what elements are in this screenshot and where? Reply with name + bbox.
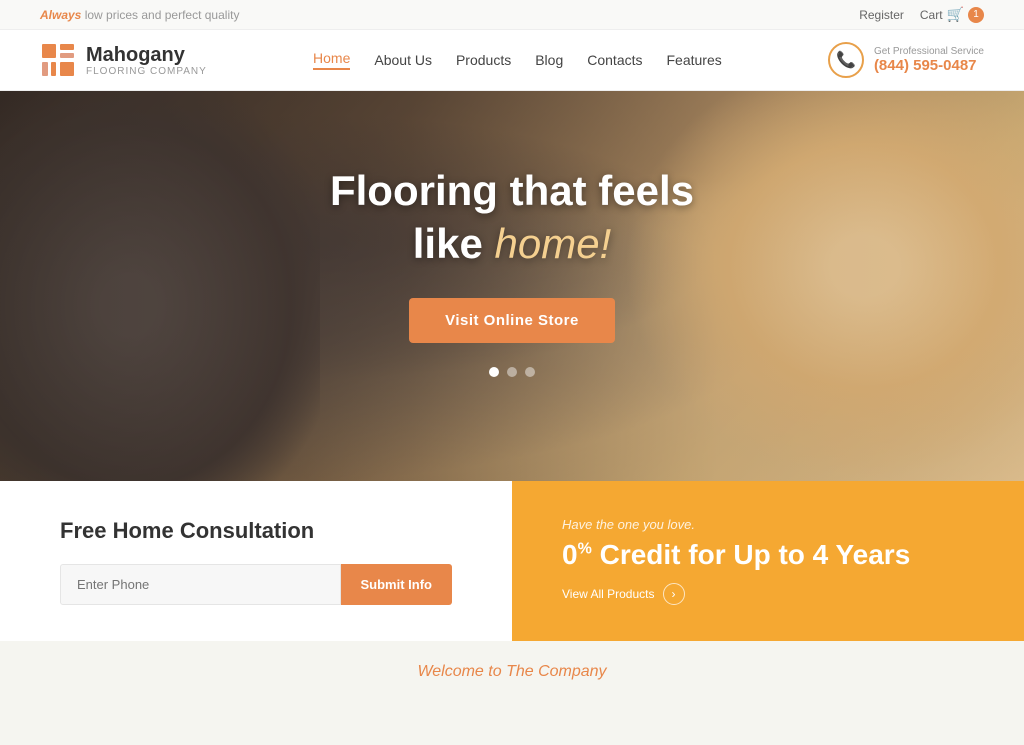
cart-wrap[interactable]: Cart 🛒 1 [920, 6, 984, 23]
header: Mahogany Flooring company Home About Us … [0, 30, 1024, 91]
hero-dots [489, 367, 535, 377]
hero-title-italic: home! [494, 220, 611, 267]
nav-contacts[interactable]: Contacts [587, 52, 642, 68]
view-circle-icon: › [663, 583, 685, 605]
cart-badge: 1 [968, 7, 984, 23]
dot-2[interactable] [507, 367, 517, 377]
hero-title-line2: like [413, 220, 495, 267]
tagline-emphasis: Always [40, 8, 81, 22]
split-section: Free Home Consultation Submit Info Have … [0, 481, 1024, 641]
top-bar: Always low prices and perfect quality Re… [0, 0, 1024, 30]
logo-text: Mahogany Flooring company [86, 44, 207, 77]
top-bar-right: Register Cart 🛒 1 [859, 6, 984, 23]
promo-tagline: Have the one you love. [562, 517, 974, 532]
tagline-text: low prices and perfect quality [81, 8, 239, 22]
welcome-text: Welcome to The Company [40, 663, 984, 681]
logo-icon [40, 42, 76, 78]
logo-subtitle: Flooring company [86, 66, 207, 77]
input-row: Submit Info [60, 564, 452, 605]
consultation-section: Free Home Consultation Submit Info [0, 481, 512, 641]
main-nav: Home About Us Products Blog Contacts Fea… [313, 50, 722, 70]
dot-1[interactable] [489, 367, 499, 377]
phone-wrap: 📞 Get Professional Service (844) 595-048… [828, 42, 984, 78]
logo[interactable]: Mahogany Flooring company [40, 42, 207, 78]
phone-number[interactable]: (844) 595-0487 [874, 57, 977, 74]
nav-blog[interactable]: Blog [535, 52, 563, 68]
promo-section: Have the one you love. 0% Credit for Up … [512, 481, 1024, 641]
phone-icon: 📞 [828, 42, 864, 78]
register-link[interactable]: Register [859, 8, 904, 22]
cart-icon: 🛒 [947, 6, 964, 23]
view-all-label: View All Products [562, 587, 655, 601]
phone-input[interactable] [60, 564, 341, 605]
promo-title-suffix: Credit for Up to 4 Years [592, 539, 910, 570]
promo-title-prefix: 0 [562, 539, 578, 570]
welcome-section: Welcome to The Company [0, 641, 1024, 691]
hero-cta-button[interactable]: Visit Online Store [409, 298, 615, 343]
phone-label: Get Professional Service [874, 46, 984, 57]
nav-products[interactable]: Products [456, 52, 511, 68]
logo-name: Mahogany [86, 44, 207, 66]
submit-button[interactable]: Submit Info [341, 564, 453, 605]
hero-title-line1: Flooring that feels [330, 167, 694, 214]
hero-title: Flooring that feels like home! [330, 165, 694, 270]
dot-3[interactable] [525, 367, 535, 377]
phone-text: Get Professional Service (844) 595-0487 [874, 46, 984, 75]
tagline: Always low prices and perfect quality [40, 8, 239, 22]
hero-section: Flooring that feels like home! Visit Onl… [0, 91, 1024, 481]
promo-title: 0% Credit for Up to 4 Years [562, 538, 974, 572]
cart-label: Cart [920, 8, 943, 22]
nav-about[interactable]: About Us [374, 52, 432, 68]
nav-features[interactable]: Features [667, 52, 722, 68]
hero-content: Flooring that feels like home! Visit Onl… [0, 91, 1024, 481]
nav-home[interactable]: Home [313, 50, 350, 70]
promo-sup: % [578, 540, 592, 557]
consultation-title: Free Home Consultation [60, 518, 314, 544]
view-all-link[interactable]: View All Products › [562, 583, 974, 605]
